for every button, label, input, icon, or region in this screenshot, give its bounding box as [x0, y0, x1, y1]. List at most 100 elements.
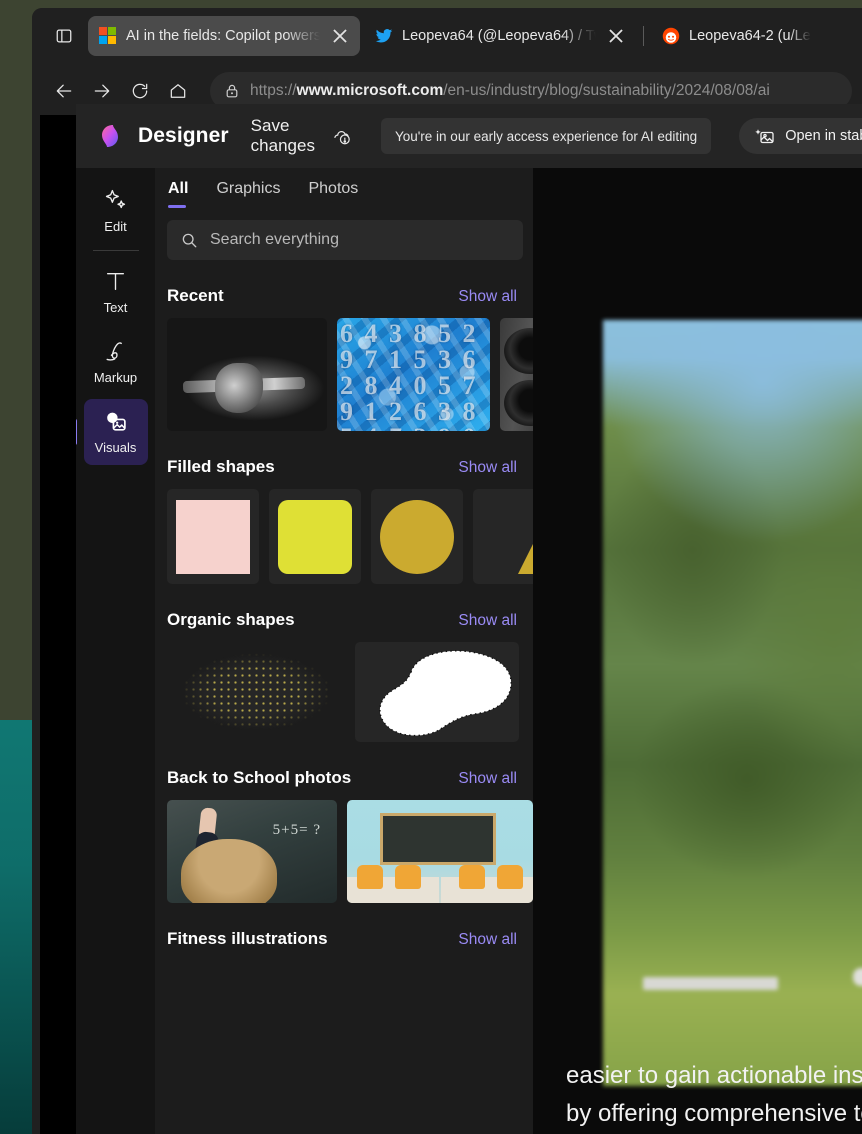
rail-item-markup-label: Markup: [93, 370, 138, 385]
section-organic-shapes-title: Organic shapes: [167, 610, 295, 629]
section-organic-shapes: Organic shapes Show all: [167, 610, 533, 742]
reddit-icon: [662, 27, 680, 45]
section-filled-shapes: Filled shapes Show all: [167, 457, 533, 584]
info-cloud-icon[interactable]: [332, 127, 351, 146]
lock-icon: [224, 83, 240, 99]
section-back-to-school-items: 5+5= ?: [167, 800, 533, 903]
shape-pink-square[interactable]: [167, 489, 259, 584]
tab-graphics[interactable]: Graphics: [216, 180, 280, 208]
browser-tab-1-title: AI in the fields: Copilot powers sm: [126, 28, 320, 44]
designer-tool-rail: Edit Text Markup Visuals: [76, 168, 155, 1134]
shape-gold-circle[interactable]: [371, 489, 463, 584]
section-filled-shapes-items: [167, 489, 533, 584]
image-sparkle-icon: [755, 126, 775, 146]
designer-title: Designer: [138, 124, 229, 147]
section-fitness-illustrations-title: Fitness illustrations: [167, 929, 328, 948]
rail-item-visuals[interactable]: Visuals: [76, 399, 148, 465]
shape-gold-triangle[interactable]: [473, 489, 533, 584]
rail-item-edit[interactable]: Edit: [84, 178, 148, 244]
designer-body: Edit Text Markup Visuals All Graphics Ph…: [76, 168, 862, 1134]
browser-tab-2-title: Leopeva64 (@Leopeva64) / Twitte: [402, 28, 596, 44]
search-icon: [181, 232, 198, 249]
window-edge-shadow: [40, 115, 76, 1134]
section-filled-shapes-head: Filled shapes Show all: [167, 457, 533, 477]
design-canvas[interactable]: easier to gain actionable insight by off…: [533, 168, 862, 1134]
browser-tab-2[interactable]: Leopeva64 (@Leopeva64) / Twitte: [364, 16, 636, 56]
rail-item-text-label: Text: [103, 300, 128, 315]
browser-tab-1[interactable]: AI in the fields: Copilot powers sm: [88, 16, 360, 56]
designer-header: Designer Save changes You're in our earl…: [76, 104, 862, 168]
tab-all-label: All: [168, 180, 189, 197]
section-organic-shapes-items: [167, 642, 533, 742]
recent-thumb-numbers-text: 6 4 3 8 5 2 9 7 1 5 3 6 2 8 4 0 5 7 9 1 …: [340, 319, 477, 432]
photo-girl-at-chalkboard[interactable]: 5+5= ?: [167, 800, 337, 903]
rail-item-text[interactable]: Text: [84, 259, 148, 325]
recent-thumb-speaker[interactable]: [500, 318, 533, 431]
tab-photos[interactable]: Photos: [308, 180, 358, 208]
organic-shape-dot-blob[interactable]: [167, 642, 345, 742]
shape-yellow-rounded-square[interactable]: [269, 489, 361, 584]
designer-app: Designer Save changes You're in our earl…: [76, 104, 862, 1134]
open-in-stable-label: Open in stable v: [785, 128, 862, 144]
section-back-to-school-head: Back to School photos Show all: [167, 768, 533, 788]
section-recent-title: Recent: [167, 286, 224, 305]
section-recent-items: 6 4 3 8 5 2 9 7 1 5 3 6 2 8 4 0 5 7 9 1 …: [167, 318, 533, 431]
section-organic-shapes-head: Organic shapes Show all: [167, 610, 533, 630]
tab-all[interactable]: All: [168, 180, 188, 208]
section-filled-shapes-show-all[interactable]: Show all: [458, 459, 517, 477]
text-t-icon: [103, 269, 128, 294]
section-fitness-illustrations-head: Fitness illustrations Show all: [167, 929, 533, 949]
section-back-to-school-show-all[interactable]: Show all: [458, 770, 517, 788]
designer-logo-icon: [96, 123, 122, 149]
rail-item-markup[interactable]: Markup: [84, 329, 148, 395]
canvas-caption-line-2: by offering comprehensive tool: [566, 1100, 862, 1127]
rail-divider: [92, 250, 139, 251]
canvas-photo-bench: [643, 977, 778, 990]
early-access-notice: You're in our early access experience fo…: [380, 118, 712, 154]
markup-pen-icon: [103, 339, 128, 364]
section-back-to-school: Back to School photos Show all 5+5= ?: [167, 768, 533, 903]
address-bar-url: https://www.microsoft.com/en-us/industry…: [250, 82, 770, 100]
url-domain: www.microsoft.com: [296, 82, 444, 99]
recent-thumb-numbers[interactable]: 6 4 3 8 5 2 9 7 1 5 3 6 2 8 4 0 5 7 9 1 …: [337, 318, 490, 431]
url-scheme: https://: [250, 82, 297, 99]
section-fitness-illustrations: Fitness illustrations Show all: [167, 929, 533, 949]
photo-classroom[interactable]: [347, 800, 533, 903]
section-back-to-school-title: Back to School photos: [167, 768, 352, 787]
canvas-photo[interactable]: [603, 320, 862, 1086]
browser-tab-3-title: Leopeva64-2 (u/Le: [689, 28, 811, 44]
browser-tab-3[interactable]: Leopeva64-2 (u/Le: [651, 16, 820, 56]
visuals-panel: All Graphics Photos Search everything Re…: [155, 168, 533, 1134]
sparkle-edit-icon: [103, 188, 128, 213]
close-icon[interactable]: [329, 25, 351, 47]
search-input[interactable]: [210, 231, 509, 249]
canvas-photo-bench-2: [853, 968, 862, 986]
section-fitness-illustrations-show-all[interactable]: Show all: [458, 931, 517, 949]
recent-thumb-dumbbell[interactable]: [167, 318, 327, 431]
canvas-caption-line-1: easier to gain actionable insight: [566, 1062, 862, 1089]
early-access-text: You're in our early access experience fo…: [394, 128, 698, 144]
section-recent: Recent Show all 6 4 3 8 5 2 9 7 1 5 3 6 …: [167, 286, 533, 431]
visuals-image-icon: [103, 409, 128, 434]
url-path: /en-us/industry/blog/sustainability/2024…: [443, 82, 770, 99]
tab-separator: [643, 26, 644, 46]
twitter-icon: [375, 27, 393, 45]
canvas-caption[interactable]: easier to gain actionable insight by off…: [566, 1058, 862, 1134]
section-recent-show-all[interactable]: Show all: [458, 288, 517, 306]
close-icon[interactable]: [605, 25, 627, 47]
open-in-stable-button[interactable]: Open in stable v: [739, 118, 862, 154]
save-changes-button[interactable]: Save changes: [251, 116, 315, 156]
microsoft-logo-icon: [99, 27, 117, 45]
tab-list-icon[interactable]: [44, 18, 84, 54]
section-organic-shapes-show-all[interactable]: Show all: [458, 612, 517, 630]
browser-tab-strip: AI in the fields: Copilot powers sm Leop…: [32, 8, 862, 64]
rail-item-visuals-label: Visuals: [94, 440, 137, 455]
section-filled-shapes-title: Filled shapes: [167, 457, 275, 476]
rail-item-edit-label: Edit: [104, 219, 127, 234]
search-box[interactable]: [167, 220, 523, 260]
tab-photos-label: Photos: [308, 180, 359, 197]
panel-tabs: All Graphics Photos: [167, 168, 533, 208]
section-recent-head: Recent Show all: [167, 286, 533, 306]
organic-shape-white-blob[interactable]: [355, 642, 519, 742]
tab-graphics-label: Graphics: [216, 180, 281, 197]
